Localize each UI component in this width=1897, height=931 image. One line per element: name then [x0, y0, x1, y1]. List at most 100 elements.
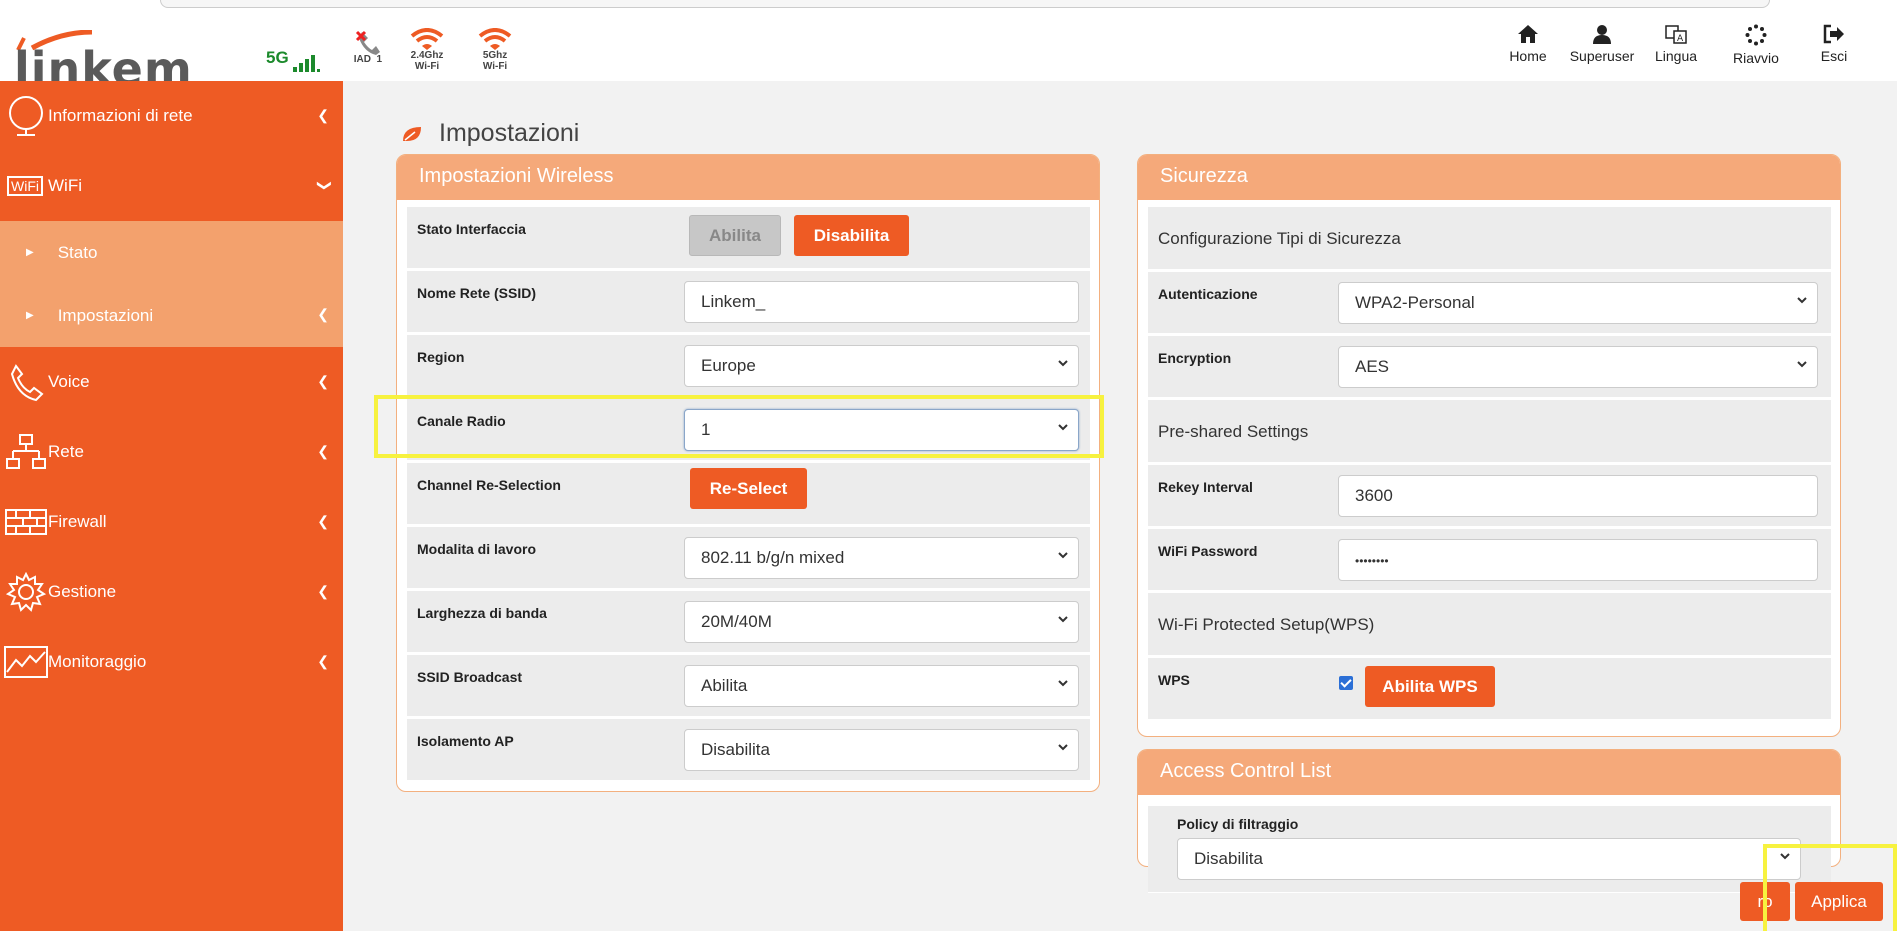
wifi-5-label-2: Wi-Fi: [482, 61, 508, 72]
wifi-5-icon: [478, 28, 512, 50]
home-icon: [1518, 25, 1538, 43]
top-nav: Home Superuser A Lingua Riavvio Esci: [1491, 24, 1869, 66]
broadcast-select[interactable]: Abilita: [684, 665, 1079, 707]
policy-label: Policy di filtraggio: [1177, 816, 1299, 832]
nav-esci[interactable]: Esci: [1799, 24, 1869, 66]
row-interface: Stato Interfaccia Abilita Disabilita: [407, 207, 1090, 269]
password-input[interactable]: ••••••••: [1338, 539, 1818, 581]
user-icon: [1593, 25, 1611, 44]
isolation-value: Disabilita: [701, 740, 770, 759]
row-isolation: Isolamento AP Disabilita: [407, 719, 1090, 781]
auth-select[interactable]: WPA2-Personal: [1338, 282, 1818, 324]
sidebar-subitem-stato[interactable]: ▶ Stato: [0, 221, 343, 284]
rekey-label: Rekey Interval: [1158, 479, 1253, 495]
sidebar-item-firewall[interactable]: Firewall ❮: [0, 487, 343, 557]
logout-icon: [1823, 24, 1844, 44]
bandwidth-value: 20M/40M: [701, 612, 772, 631]
nav-superuser[interactable]: Superuser: [1565, 24, 1639, 66]
rekey-value: 3600: [1355, 486, 1393, 505]
caret-right-icon: ▶: [26, 247, 34, 258]
phone-off-icon: [355, 30, 380, 55]
password-label: WiFi Password: [1158, 543, 1258, 559]
sidebar-item-rete[interactable]: Rete ❮: [0, 417, 343, 487]
chevron-down-icon: [1797, 361, 1807, 368]
chevron-left-icon: ❮: [317, 373, 329, 389]
sidebar-subitem-label: Impostazioni: [57, 305, 154, 325]
highlight-channel: [374, 395, 1104, 458]
sidebar-subitem-impostazioni[interactable]: ▶ Impostazioni ❮: [0, 284, 343, 347]
region-value: Europe: [701, 356, 756, 375]
section-wps: Wi-Fi Protected Setup(WPS): [1148, 593, 1831, 656]
bandwidth-select[interactable]: 20M/40M: [684, 601, 1079, 643]
nav-lingua-label: Lingua: [1654, 48, 1698, 64]
sidebar: Informazioni di rete ❮ WiFi WiFi ❮ ▶ Sta…: [0, 81, 343, 931]
policy-select[interactable]: Disabilita: [1177, 838, 1801, 880]
nav-superuser-label: Superuser: [1569, 48, 1635, 64]
chevron-left-icon: ❮: [317, 443, 329, 459]
row-mode: Modalita di lavoro 802.11 b/g/n mixed: [407, 527, 1090, 589]
mode-label: Modalita di lavoro: [417, 541, 537, 557]
highlight-apply: [1763, 844, 1897, 931]
acl-panel: Access Control List Policy di filtraggio…: [1137, 749, 1841, 893]
chevron-left-icon: ❮: [317, 107, 329, 123]
mode-value: 802.11 b/g/n mixed: [701, 548, 845, 567]
globe-icon: [4, 94, 48, 138]
wireless-panel-title: Impostazioni Wireless: [397, 155, 1099, 200]
disable-button[interactable]: Disabilita: [794, 215, 909, 256]
ssid-input[interactable]: Linkem_: [684, 281, 1079, 323]
sidebar-item-wifi[interactable]: WiFi WiFi ❮: [0, 151, 343, 221]
enable-button[interactable]: Abilita: [689, 215, 781, 256]
row-acl-policy: Policy di filtraggio Disabilita: [1148, 806, 1831, 893]
wps-checkbox[interactable]: [1339, 676, 1353, 690]
language-icon: A: [1665, 25, 1687, 44]
acl-panel-title: Access Control List: [1138, 750, 1840, 795]
broadcast-label: SSID Broadcast: [417, 669, 523, 685]
iad-label: IAD: [353, 54, 371, 65]
isolation-select[interactable]: Disabilita: [684, 729, 1079, 771]
status-bar: 5G IAD 1 2.4Ghz Wi-Fi 5Ghz Wi-Fi: [266, 28, 542, 84]
sidebar-item-label: WiFi: [48, 176, 82, 195]
isolation-label: Isolamento AP: [417, 733, 514, 749]
row-region: Region Europe: [407, 335, 1090, 397]
svg-text:A: A: [1677, 34, 1684, 44]
reselect-button[interactable]: Re-Select: [690, 468, 807, 509]
region-select[interactable]: Europe: [684, 345, 1079, 387]
sidebar-item-informazioni[interactable]: Informazioni di rete ❮: [0, 81, 343, 151]
chevron-down-icon: [1058, 744, 1068, 751]
network-type: 5G: [266, 48, 289, 67]
chart-icon: [4, 640, 48, 684]
row-wps: WPS Abilita WPS: [1148, 658, 1831, 720]
row-rekey: Rekey Interval 3600: [1148, 465, 1831, 527]
encryption-select[interactable]: AES: [1338, 346, 1818, 388]
row-auth: Autenticazione WPA2-Personal: [1148, 272, 1831, 334]
nav-esci-label: Esci: [1820, 48, 1848, 64]
nav-riavvio[interactable]: Riavvio: [1713, 24, 1799, 66]
iad-count: 1: [376, 54, 383, 65]
wps-enable-button[interactable]: Abilita WPS: [1365, 666, 1495, 707]
phone-icon: [4, 360, 48, 404]
rekey-input[interactable]: 3600: [1338, 475, 1818, 517]
reboot-icon: [1745, 24, 1767, 46]
broadcast-value: Abilita: [701, 676, 748, 695]
main-content: Impostazioni Impostazioni Wireless Stato…: [343, 81, 1897, 931]
page-title: Impostazioni: [401, 119, 579, 148]
ssid-label: Nome Rete (SSID): [417, 285, 537, 301]
header: linkem 5G IAD 1 2.4Ghz Wi-Fi 5Ghz Wi-Fi …: [0, 10, 1897, 96]
nav-home[interactable]: Home: [1491, 24, 1565, 66]
firewall-icon: [4, 500, 48, 544]
mode-select[interactable]: 802.11 b/g/n mixed: [684, 537, 1079, 579]
interface-label: Stato Interfaccia: [417, 221, 526, 237]
linkem-logo: linkem: [6, 20, 192, 96]
nav-lingua[interactable]: A Lingua: [1639, 24, 1713, 66]
chevron-left-icon: ❮: [317, 653, 329, 669]
wps-heading: Wi-Fi Protected Setup(WPS): [1158, 615, 1375, 634]
section-psk: Pre-shared Settings: [1148, 400, 1831, 463]
iad-status: IAD 1: [354, 28, 382, 65]
sidebar-item-gestione[interactable]: Gestione ❮: [0, 557, 343, 627]
chevron-down-icon: [1058, 552, 1068, 559]
security-types-heading: Configurazione Tipi di Sicurezza: [1158, 229, 1401, 248]
chevron-down-icon: [1058, 360, 1068, 367]
sidebar-item-voice[interactable]: Voice ❮: [0, 347, 343, 417]
wifi-24-icon: [410, 28, 444, 50]
sidebar-item-monitoraggio[interactable]: Monitoraggio ❮: [0, 627, 343, 697]
